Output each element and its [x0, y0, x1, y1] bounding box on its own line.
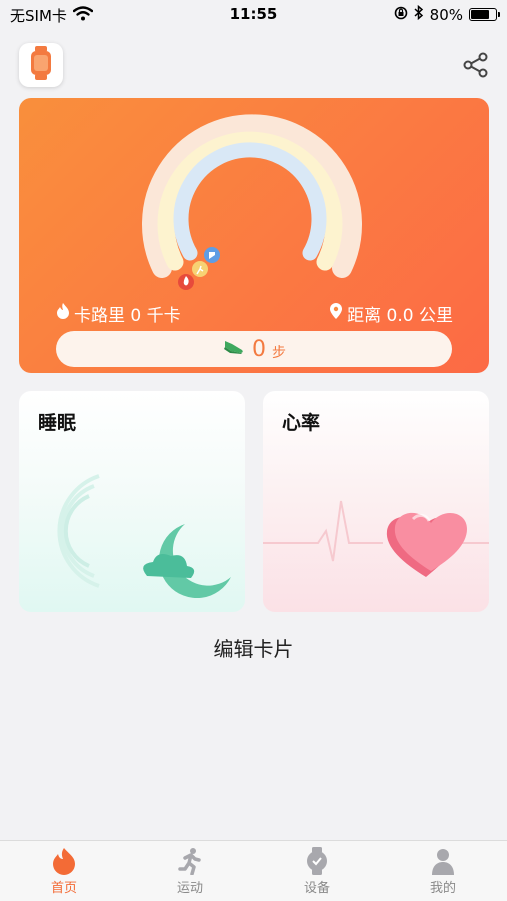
distance-stat: 距离 0.0 公里 — [329, 301, 453, 326]
person-icon — [393, 847, 493, 875]
runner-icon — [140, 847, 240, 875]
flame-icon — [178, 274, 194, 290]
tab-mine-label: 我的 — [429, 881, 456, 896]
tab-sport[interactable]: 运动 — [140, 847, 240, 896]
moon-cloud-icon — [143, 524, 231, 599]
flame-icon — [14, 847, 114, 875]
device-watch-button[interactable] — [19, 43, 63, 87]
distance-text: 距离 0.0 公里 — [347, 306, 453, 326]
rotation-lock-icon — [394, 6, 408, 24]
flame-icon — [56, 302, 70, 325]
watch-icon — [30, 46, 52, 84]
calories-text: 卡路里 0 千卡 — [74, 306, 181, 326]
steps-value: 0 — [252, 336, 266, 362]
bluetooth-icon — [414, 4, 424, 24]
steps-pill[interactable]: 0 步 — [56, 331, 452, 367]
edit-cards-button[interactable]: 编辑卡片 — [0, 633, 507, 662]
heart-illustration — [263, 500, 489, 577]
shoe-icon — [222, 338, 246, 360]
battery-icon — [469, 8, 500, 21]
tab-device-label: 设备 — [303, 881, 330, 896]
tab-bar: 首页 运动 设备 我的 — [0, 840, 507, 901]
sleep-card[interactable]: 睡眠 — [19, 391, 245, 612]
tab-home[interactable]: 首页 — [14, 847, 114, 896]
shoe-icon — [204, 247, 220, 263]
status-right: 80% — [394, 4, 500, 24]
share-icon — [463, 52, 489, 82]
runner-icon — [192, 261, 208, 277]
watch-icon — [267, 847, 367, 875]
tab-mine[interactable]: 我的 — [393, 847, 493, 896]
steps-unit: 步 — [272, 345, 286, 361]
share-button[interactable] — [463, 52, 489, 78]
battery-percent: 80% — [429, 5, 463, 24]
heart-rate-card[interactable]: 心率 — [263, 391, 489, 612]
location-pin-icon — [329, 302, 343, 325]
tab-device[interactable]: 设备 — [267, 847, 367, 896]
activity-rings — [142, 114, 362, 290]
tab-home-label: 首页 — [50, 881, 77, 896]
sleep-illustration — [57, 474, 231, 599]
tab-sport-label: 运动 — [176, 881, 203, 896]
heart-icon — [386, 512, 467, 577]
ring-inner — [173, 142, 327, 261]
calories-stat: 卡路里 0 千卡 — [56, 301, 181, 326]
battery-level — [471, 10, 490, 19]
status-bar: 无SIM卡 11:55 80% — [0, 0, 507, 30]
activity-card[interactable]: 卡路里 0 千卡 距离 0.0 公里 0 步 — [19, 98, 489, 373]
